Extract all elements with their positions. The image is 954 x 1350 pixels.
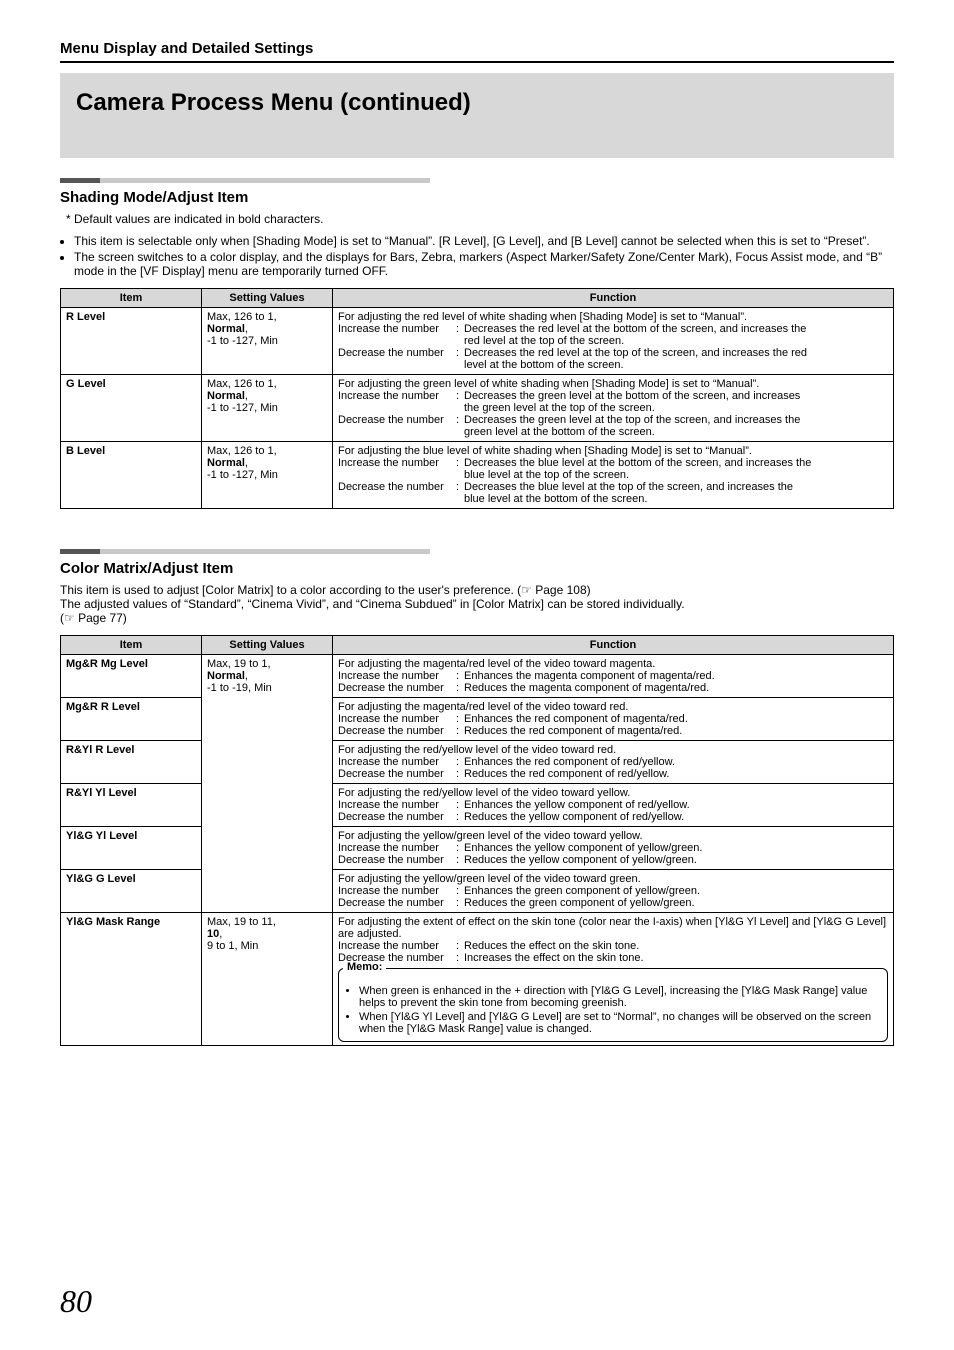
table-row: R&Yl R Level For adjusting the red/yellow… [61,740,894,783]
setting-values-cell: Max, 19 to 11,10,9 to 1, Min [202,912,333,1045]
item-cell: G Level [61,374,202,441]
header-rule [60,61,894,63]
function-cell: For adjusting the red/yellow level of th… [333,783,894,826]
item-cell: R&Yl R Level [61,740,202,783]
item-cell: Mg&R Mg Level [61,654,202,697]
accent-bar-light [100,178,430,183]
colormatrix-heading-block: Color Matrix/Adjust Item [60,549,894,577]
col-setting-values: Setting Values [202,635,333,654]
shading-note: This item is selectable only when [Shadi… [74,234,894,248]
item-cell: R&Yl Yl Level [61,783,202,826]
table-row: G LevelMax, 126 to 1,Normal,-1 to -127, … [61,374,894,441]
item-cell: R Level [61,307,202,374]
function-cell: For adjusting the magenta/red level of t… [333,654,894,697]
accent-bar-dark [60,178,100,183]
item-cell: Yl&G Mask Range [61,912,202,1045]
function-cell: For adjusting the red level of white sha… [333,307,894,374]
setting-values-cell: Max, 126 to 1,Normal,-1 to -127, Min [202,307,333,374]
colormatrix-desc: This item is used to adjust [Color Matri… [60,583,894,625]
shading-table: Item Setting Values Function R LevelMax,… [60,288,894,509]
col-function: Function [333,288,894,307]
colormatrix-heading: Color Matrix/Adjust Item [60,560,894,577]
setting-values-cell: Max, 126 to 1,Normal,-1 to -127, Min [202,374,333,441]
colormatrix-table: Item Setting Values Function Mg&R Mg Lev… [60,635,894,1046]
function-cell: For adjusting the green level of white s… [333,374,894,441]
table-row: Yl&G Yl Level For adjusting the yellow/gr… [61,826,894,869]
shading-note: The screen switches to a color display, … [74,250,894,278]
col-item: Item [61,288,202,307]
col-function: Function [333,635,894,654]
function-cell: For adjusting the extent of effect on th… [333,912,894,1045]
item-cell: Yl&G G Level [61,869,202,912]
shading-notes-list: This item is selectable only when [Shadi… [60,234,894,278]
shading-heading: Shading Mode/Adjust Item [60,189,894,206]
col-item: Item [61,635,202,654]
item-cell: Yl&G Yl Level [61,826,202,869]
page-title: Camera Process Menu (continued) [76,89,878,118]
item-cell: Mg&R R Level [61,697,202,740]
table-row: Yl&G Mask RangeMax, 19 to 11,10,9 to 1, … [61,912,894,1045]
page-number: 80 [60,1283,92,1320]
memo-box: Memo:When green is enhanced in the + dir… [338,968,888,1042]
setting-values-cell: Max, 19 to 1,Normal,-1 to -19, Min [202,654,333,912]
table-row: Yl&G G Level For adjusting the yellow/gre… [61,869,894,912]
accent-bar-light [100,549,430,554]
item-cell: B Level [61,441,202,508]
table-row: Mg&R Mg LevelMax, 19 to 1,Normal,-1 to -… [61,654,894,697]
table-row: B LevelMax, 126 to 1,Normal,-1 to -127, … [61,441,894,508]
function-cell: For adjusting the yellow/green level of … [333,826,894,869]
setting-values-cell: Max, 126 to 1,Normal,-1 to -127, Min [202,441,333,508]
function-cell: For adjusting the yellow/green level of … [333,869,894,912]
section-header: Menu Display and Detailed Settings [60,40,894,57]
col-setting-values: Setting Values [202,288,333,307]
accent-bar-dark [60,549,100,554]
table-row: R LevelMax, 126 to 1,Normal,-1 to -127, … [61,307,894,374]
table-row: Mg&R R Level For adjusting the magenta/re… [61,697,894,740]
function-cell: For adjusting the blue level of white sh… [333,441,894,508]
table-row: R&Yl Yl Level For adjusting the red/yello… [61,783,894,826]
shading-heading-block: Shading Mode/Adjust Item [60,178,894,206]
function-cell: For adjusting the red/yellow level of th… [333,740,894,783]
function-cell: For adjusting the magenta/red level of t… [333,697,894,740]
page-title-block: Camera Process Menu (continued) [60,73,894,158]
defaults-note: Default values are indicated in bold cha… [66,212,894,226]
